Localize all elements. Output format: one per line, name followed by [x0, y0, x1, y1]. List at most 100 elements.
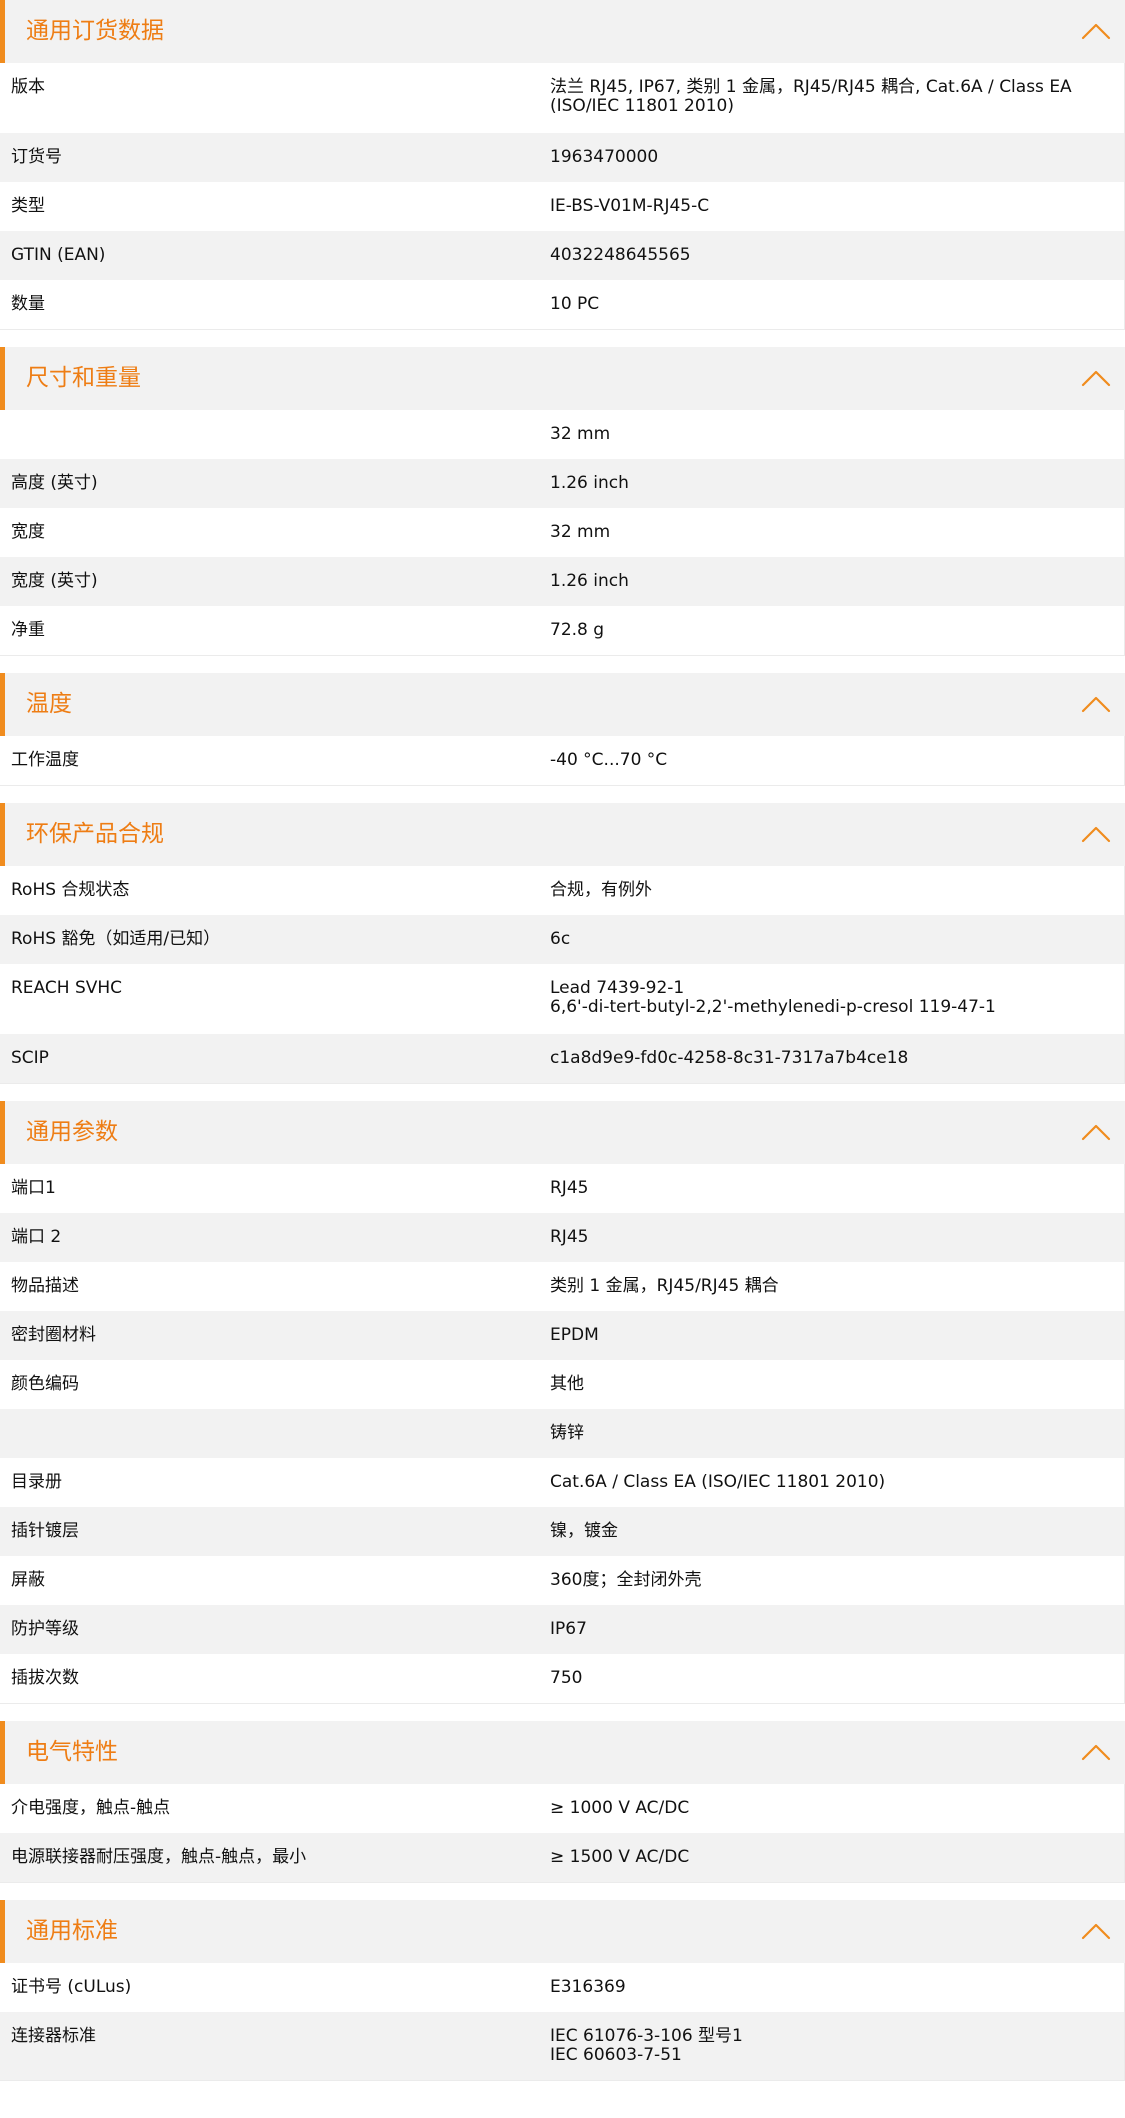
spec-label: 介电强度，触点-触点	[11, 1798, 171, 1818]
spec-value: c1a8d9e9-fd0c-4258-8c31-7317a7b4ce18	[550, 1049, 1090, 1068]
spec-row: 数量 10 PC	[0, 280, 1124, 329]
spec-label: 颜色编码	[11, 1374, 79, 1394]
spec-value: EPDM	[550, 1326, 1090, 1345]
spec-row: 版本 法兰 RJ45, IP67, 类别 1 金属，RJ45/RJ45 耦合, C…	[0, 63, 1124, 133]
spec-value-line: (ISO/IEC 11801 2010)	[550, 96, 734, 116]
spec-value: 1.26 inch	[550, 474, 1090, 493]
section-header-toggle[interactable]: 电气特性	[0, 1721, 1125, 1784]
spec-row: 高度 (英寸) 1.26 inch	[0, 459, 1124, 508]
spec-rows: RoHS 合规状态 合规，有例外 RoHS 豁免（如适用/已知） 6c REACH SV…	[0, 866, 1125, 1084]
spec-label: 证书号 (cULus)	[11, 1977, 132, 1997]
spec-value-line: 6c	[550, 929, 571, 949]
spec-row: 屏蔽 360度；全封闭外壳	[0, 1556, 1124, 1605]
spec-value: RJ45	[550, 1228, 1090, 1247]
spec-value: 32 mm	[550, 425, 1090, 444]
spec-label: 插针镀层	[11, 1521, 79, 1541]
chevron-up-icon[interactable]	[1081, 20, 1111, 42]
chevron-up-icon[interactable]	[1081, 823, 1111, 845]
spec-row: 工作温度 -40 °C...70 °C	[0, 736, 1124, 785]
spec-row: 连接器标准 IEC 61076-3-106 型号1 IEC 60603-7-51	[0, 2012, 1124, 2080]
spec-value: 法兰 RJ45, IP67, 类别 1 金属，RJ45/RJ45 耦合, Cat…	[550, 78, 1090, 116]
spec-label: 数量	[11, 294, 45, 314]
spec-rows: 证书号 (cULus) E316369 连接器标准 IEC 61076-3-106 型…	[0, 1963, 1125, 2081]
spec-value-line: ≥ 1000 V AC/DC	[550, 1798, 690, 1818]
spec-value: ≥ 1000 V AC/DC	[550, 1799, 1090, 1818]
spec-row: 铸锌	[0, 1409, 1124, 1458]
spec-section: 通用订货数据版本 法兰 RJ45, IP67, 类别 1 金属，RJ45/RJ45…	[0, 0, 1125, 330]
spec-section: 通用参数端口1 RJ45 端口 2 RJ45 物品描述 类别 1 金属，RJ45/RJ45…	[0, 1101, 1125, 1704]
spec-value: 72.8 g	[550, 621, 1090, 640]
chevron-up-icon[interactable]	[1081, 1121, 1111, 1143]
spec-value: 类别 1 金属，RJ45/RJ45 耦合	[550, 1277, 1090, 1296]
spec-label: 目录册	[11, 1472, 62, 1492]
spec-row: 订货号 1963470000	[0, 133, 1124, 182]
section-title: 通用参数	[26, 1119, 118, 1145]
spec-row: 介电强度，触点-触点 ≥ 1000 V AC/DC	[0, 1784, 1124, 1833]
spec-value-line: 10 PC	[550, 294, 600, 314]
spec-value-line: 1.26 inch	[550, 473, 629, 493]
spec-value-line: 32 mm	[550, 424, 611, 444]
spec-label: 电源联接器耐压强度，触点-触点，最小	[11, 1847, 307, 1867]
spec-label: SCIP	[11, 1048, 49, 1068]
section-header-toggle[interactable]: 尺寸和重量	[0, 347, 1125, 410]
spec-label: REACH SVHC	[11, 978, 123, 998]
spec-label: 连接器标准	[11, 2026, 96, 2046]
spec-row: 防护等级 IP67	[0, 1605, 1124, 1654]
spec-rows: 版本 法兰 RJ45, IP67, 类别 1 金属，RJ45/RJ45 耦合, C…	[0, 63, 1125, 330]
spec-row: 电源联接器耐压强度，触点-触点，最小 ≥ 1500 V AC/DC	[0, 1833, 1124, 1882]
spec-value: IEC 61076-3-106 型号1 IEC 60603-7-51	[550, 2027, 1090, 2065]
spec-label: 密封圈材料	[11, 1325, 96, 1345]
spec-row: 物品描述 类别 1 金属，RJ45/RJ45 耦合	[0, 1262, 1124, 1311]
spec-value: 1.26 inch	[550, 572, 1090, 591]
spec-rows: 介电强度，触点-触点 ≥ 1000 V AC/DC 电源联接器耐压强度，触点-触点，…	[0, 1784, 1125, 1883]
section-header-toggle[interactable]: 通用订货数据	[0, 0, 1125, 63]
spec-row: 类型 IE-BS-V01M-RJ45-C	[0, 182, 1124, 231]
spec-value: 360度；全封闭外壳	[550, 1571, 1090, 1590]
spec-label: 端口 2	[11, 1227, 62, 1247]
spec-label: 版本	[11, 77, 45, 97]
spec-label: 类型	[11, 196, 45, 216]
chevron-up-icon[interactable]	[1081, 367, 1111, 389]
section-header-toggle[interactable]: 温度	[0, 673, 1125, 736]
spec-row: 净重 72.8 g	[0, 606, 1124, 655]
spec-value: IE-BS-V01M-RJ45-C	[550, 197, 1090, 216]
spec-value-line: 法兰 RJ45, IP67, 类别 1 金属，RJ45/RJ45 耦合, Cat…	[550, 77, 1072, 97]
spec-value: 1963470000	[550, 148, 1090, 167]
spec-row: RoHS 豁免（如适用/已知） 6c	[0, 915, 1124, 964]
spec-value: 4032248645565	[550, 246, 1090, 265]
chevron-up-icon[interactable]	[1081, 1741, 1111, 1763]
spec-value-line: 360度；全封闭外壳	[550, 1570, 702, 1590]
spec-row: RoHS 合规状态 合规，有例外	[0, 866, 1124, 915]
chevron-up-icon[interactable]	[1081, 693, 1111, 715]
spec-value: 铸锌	[550, 1424, 1090, 1443]
spec-row: 证书号 (cULus) E316369	[0, 1963, 1124, 2012]
spec-value: 6c	[550, 930, 1090, 949]
spec-value-line: ≥ 1500 V AC/DC	[550, 1847, 690, 1867]
spec-rows: 工作温度 -40 °C...70 °C	[0, 736, 1125, 786]
spec-value: 镍，镀金	[550, 1522, 1090, 1541]
spec-section: 电气特性介电强度，触点-触点 ≥ 1000 V AC/DC 电源联接器耐压强度，触点…	[0, 1721, 1125, 1883]
spec-row: 密封圈材料 EPDM	[0, 1311, 1124, 1360]
spec-value-line: 6,6'-di-tert-butyl-2,2'-methylenedi-p-cr…	[550, 997, 996, 1017]
spec-row: 宽度 (英寸) 1.26 inch	[0, 557, 1124, 606]
spec-value: RJ45	[550, 1179, 1090, 1198]
spec-label: 端口1	[11, 1178, 56, 1198]
spec-label: GTIN (EAN)	[11, 245, 106, 265]
spec-value-line: IP67	[550, 1619, 587, 1639]
spec-value-line: -40 °C...70 °C	[550, 750, 668, 770]
spec-row: 端口1 RJ45	[0, 1164, 1124, 1213]
spec-value-line: 32 mm	[550, 522, 611, 542]
section-title: 通用标准	[26, 1918, 118, 1944]
section-header-toggle[interactable]: 通用标准	[0, 1900, 1125, 1963]
spec-label: 高度 (英寸)	[11, 473, 98, 493]
spec-value-line: 72.8 g	[550, 620, 605, 640]
spec-label: 屏蔽	[11, 1570, 45, 1590]
section-header-toggle[interactable]: 通用参数	[0, 1101, 1125, 1164]
chevron-up-icon[interactable]	[1081, 1920, 1111, 1942]
spec-value-line: Cat.6A / Class EA (ISO/IEC 11801 2010)	[550, 1472, 886, 1492]
spec-value-line: Lead 7439-92-1	[550, 978, 685, 998]
spec-row: 目录册 Cat.6A / Class EA (ISO/IEC 11801 2010…	[0, 1458, 1124, 1507]
section-header-toggle[interactable]: 环保产品合规	[0, 803, 1125, 866]
section-title: 通用订货数据	[26, 18, 164, 44]
spec-label: 净重	[11, 620, 45, 640]
